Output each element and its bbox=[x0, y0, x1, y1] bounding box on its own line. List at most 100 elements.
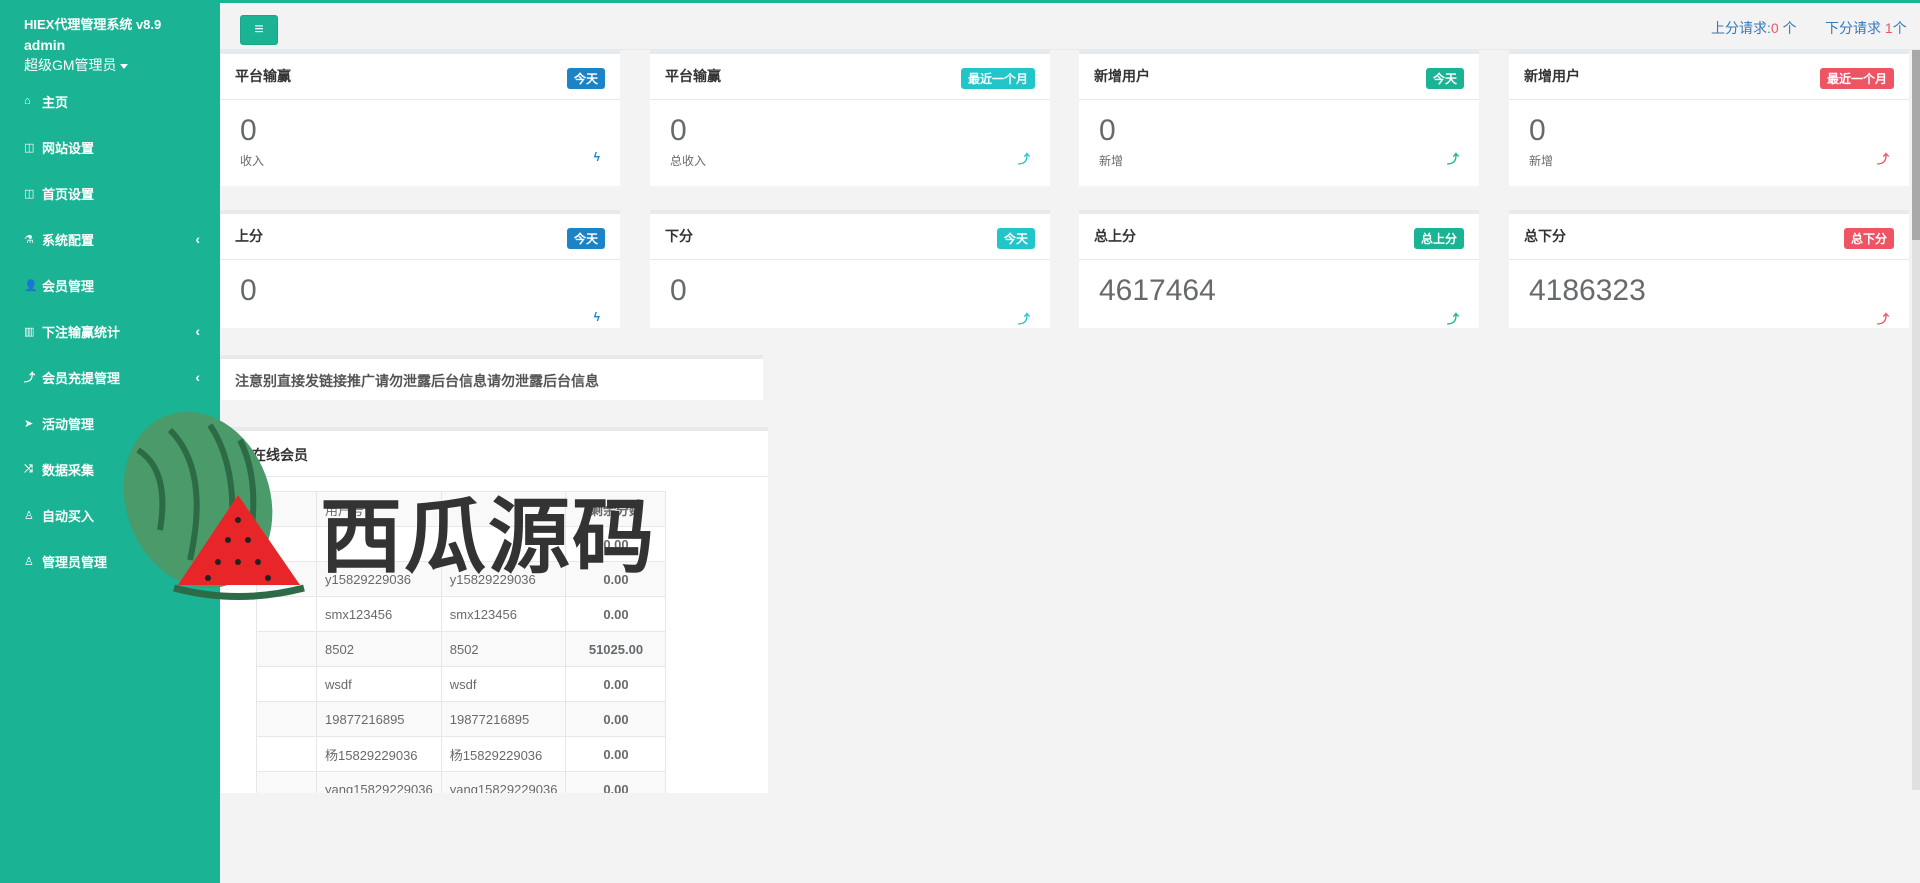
stat-box: 下分 今天 0 ⤴ bbox=[650, 210, 1050, 328]
profile-role-dropdown[interactable]: 超级GM管理员 bbox=[24, 55, 128, 75]
sidebar-item-2[interactable]: ◫ 首页设置 bbox=[0, 178, 220, 208]
stat-value: 0 bbox=[670, 274, 687, 307]
stat-badge: 今天 bbox=[1425, 68, 1464, 89]
table-cell: 19877216895 bbox=[316, 701, 442, 737]
table-row: 杨15829229036 杨15829229036 0.00 bbox=[256, 736, 667, 772]
level-up-icon: ⤴ bbox=[1876, 152, 1889, 166]
level-up-icon: ⤴ bbox=[1446, 152, 1459, 166]
sidebar-item-0[interactable]: ⌂ 主页 bbox=[0, 86, 220, 116]
down-request-label: 下分请求 bbox=[1825, 20, 1885, 36]
sidebar-item-6[interactable]: ⤴ 会员充提管理 ‹ bbox=[0, 362, 220, 392]
stat-title: 上分 今天 bbox=[220, 214, 620, 260]
table-cell: 19877216895 bbox=[440, 701, 567, 737]
table-cell: 0.00 bbox=[565, 701, 667, 737]
stat-title: 平台输赢 今天 bbox=[220, 54, 620, 100]
sidebar-item-label: 网站设置 bbox=[42, 140, 95, 156]
stat-title-text: 总下分 bbox=[1524, 228, 1566, 244]
level-up-icon: ⤴ bbox=[1017, 312, 1030, 326]
stat-badge: 最近一个月 bbox=[1819, 68, 1894, 89]
stat-value: 0 bbox=[1099, 114, 1116, 147]
table-cell: wsdf bbox=[440, 666, 567, 702]
stat-title: 下分 今天 bbox=[650, 214, 1050, 260]
table-cell: wsdf bbox=[316, 666, 442, 702]
sidebar-item-1[interactable]: ◫ 网站设置 bbox=[0, 132, 220, 162]
watermelon-icon bbox=[123, 411, 305, 600]
stat-sub-label: 收入 bbox=[240, 154, 265, 168]
stat-title: 总上分 总上分 bbox=[1079, 214, 1479, 260]
stat-value: 4186323 bbox=[1529, 274, 1646, 307]
menu-toggle-button[interactable]: ≡ bbox=[240, 15, 278, 45]
stat-badge: 今天 bbox=[996, 228, 1035, 249]
sidebar-item-3[interactable]: ⚗ 系统配置 ‹ bbox=[0, 224, 220, 254]
stat-sub-label: 总收入 bbox=[670, 154, 707, 168]
profile-username[interactable]: admin bbox=[24, 37, 65, 53]
table-cell: 8502 bbox=[440, 631, 567, 667]
table-cell bbox=[256, 631, 317, 667]
table-cell: yang15829229036 bbox=[316, 771, 442, 793]
stat-box: 平台输赢 最近一个月 0 总收入 ⤴ bbox=[650, 50, 1050, 186]
sidebar-item-label: 会员充提管理 bbox=[42, 370, 121, 386]
stat-badge: 最近一个月 bbox=[960, 68, 1035, 89]
stat-box: 总上分 总上分 4617464 ⤴ bbox=[1079, 210, 1479, 328]
up-request-unit: 个 bbox=[1778, 20, 1797, 36]
stat-title: 总下分 总下分 bbox=[1509, 214, 1909, 260]
sidebar-item-4[interactable]: 👤 会员管理 bbox=[0, 270, 220, 300]
sidebar-item-label: 主页 bbox=[42, 94, 69, 110]
table-cell bbox=[256, 701, 317, 737]
chevron-left-icon: ‹ bbox=[195, 231, 200, 247]
stat-value: 0 bbox=[240, 274, 257, 307]
stat-title-text: 新增用户 bbox=[1524, 68, 1580, 84]
stat-sub-label: 新增 bbox=[1099, 154, 1124, 168]
stat-value: 0 bbox=[1529, 114, 1546, 147]
sidebar-item-label: 下注输赢统计 bbox=[42, 324, 121, 340]
table-cell bbox=[256, 771, 317, 793]
watermark-text: 西瓜源码 bbox=[320, 490, 657, 585]
top-navbar: ≡ 上分请求:0 个 下分请求 1个 bbox=[220, 0, 1920, 50]
paper-plane-icon: ➤ bbox=[24, 417, 34, 430]
stat-title-text: 平台输赢 bbox=[235, 68, 291, 84]
flask-icon: ⚗ bbox=[24, 233, 34, 246]
stat-box: 总下分 总下分 4186323 ⤴ bbox=[1509, 210, 1909, 328]
level-up-icon: ⤴ bbox=[1876, 312, 1889, 326]
home-icon: ⌂ bbox=[24, 95, 31, 107]
table-row: 8502 8502 51025.00 bbox=[256, 631, 667, 667]
chevron-left-icon: ‹ bbox=[195, 369, 200, 385]
bolt-icon: ϟ bbox=[593, 310, 600, 324]
bolt-icon: ϟ bbox=[593, 150, 600, 164]
user-icon: 👤 bbox=[24, 279, 38, 292]
brand-title: HIEX代理管理系统 v8.9 bbox=[24, 17, 162, 32]
down-request-link[interactable]: 下分请求 1个 bbox=[1825, 18, 1907, 38]
table-cell: 8502 bbox=[316, 631, 442, 667]
up-request-link[interactable]: 上分请求:0 个 bbox=[1711, 18, 1797, 38]
table-cell: yang15829229036 bbox=[440, 771, 567, 793]
up-request-count: 0 bbox=[1770, 20, 1779, 36]
stat-badge: 总下分 bbox=[1843, 228, 1894, 249]
stat-title: 新增用户 最近一个月 bbox=[1509, 54, 1909, 100]
stat-value: 0 bbox=[670, 114, 687, 147]
stat-title: 平台输赢 最近一个月 bbox=[650, 54, 1050, 100]
sidebar-item-label: 数据采集 bbox=[42, 462, 95, 478]
up-request-label: 上分请求: bbox=[1711, 20, 1771, 36]
stat-title-text: 新增用户 bbox=[1094, 68, 1150, 84]
down-request-count: 1 bbox=[1884, 20, 1893, 36]
sidebar-item-5[interactable]: ▥ 下注输赢统计 ‹ bbox=[0, 316, 220, 346]
level-up-icon: ⤴ bbox=[1017, 152, 1030, 166]
male-icon: ♙ bbox=[24, 555, 34, 568]
stat-value: 0 bbox=[240, 114, 257, 147]
page-scrollbar[interactable] bbox=[1912, 50, 1920, 790]
chevron-left-icon: ‹ bbox=[195, 323, 200, 339]
hamburger-icon: ≡ bbox=[254, 21, 264, 38]
stat-title-text: 上分 bbox=[235, 228, 263, 244]
table-row: wsdf wsdf 0.00 bbox=[256, 666, 667, 702]
down-request-unit: 个 bbox=[1892, 20, 1907, 36]
table-row: 19877216895 19877216895 0.00 bbox=[256, 701, 667, 737]
stat-title-text: 平台输赢 bbox=[665, 68, 721, 84]
sidebar-item-label: 活动管理 bbox=[42, 416, 95, 432]
male-icon: ♙ bbox=[24, 509, 34, 522]
stat-box: 新增用户 今天 0 新增 ⤴ bbox=[1079, 50, 1479, 186]
scrollbar-thumb[interactable] bbox=[1912, 50, 1920, 240]
table-cell: 0.00 bbox=[565, 666, 667, 702]
random-icon: ⤨ bbox=[24, 462, 33, 475]
sidebar-item-label: 首页设置 bbox=[42, 186, 95, 202]
stat-box: 新增用户 最近一个月 0 新增 ⤴ bbox=[1509, 50, 1909, 186]
